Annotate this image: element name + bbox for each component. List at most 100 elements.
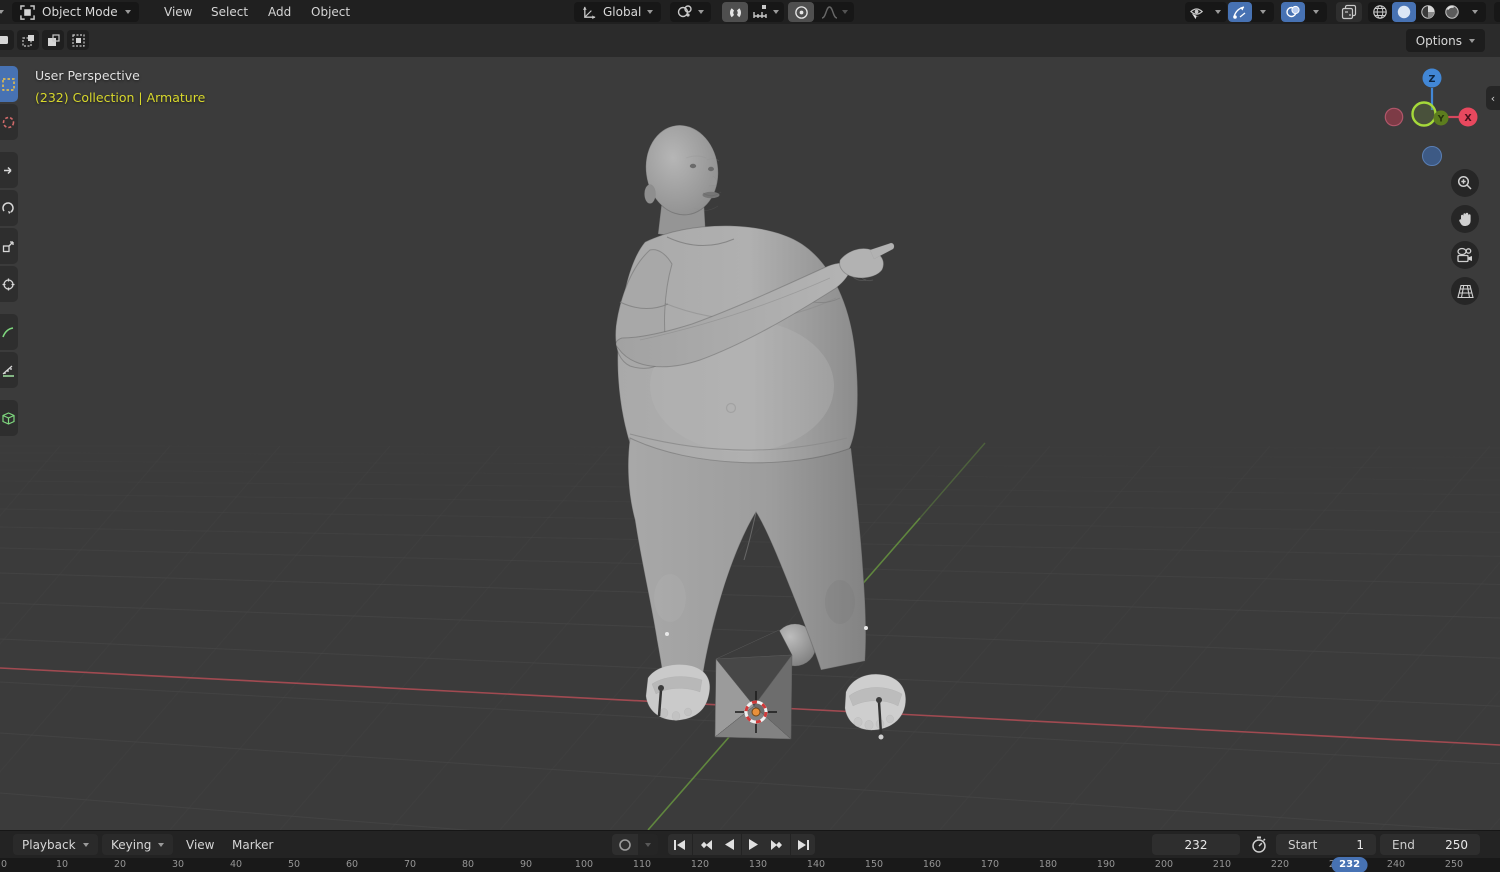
ruler-frame-label: 90 <box>519 859 533 870</box>
frame-end-field[interactable]: End 250 <box>1380 834 1480 855</box>
pivot-point-icon <box>677 5 692 18</box>
viewport-scene <box>0 124 1500 830</box>
pivot-point-dropdown[interactable] <box>670 2 711 22</box>
snap-with-dropdown[interactable] <box>748 2 784 22</box>
viewport-camera-button[interactable] <box>1451 241 1479 269</box>
snap-group <box>722 2 784 22</box>
mode-dropdown[interactable]: Object Mode <box>12 2 139 22</box>
ruler-frame-label: 120 <box>690 859 710 870</box>
menu-object[interactable]: Object <box>305 0 356 24</box>
transform-orientation-dropdown[interactable]: Global <box>574 2 662 22</box>
gizmo-axis-neg-z[interactable] <box>1422 146 1442 166</box>
sidebar-toggle[interactable]: ‹ <box>1486 86 1500 110</box>
viewport-zoom-button[interactable] <box>1451 169 1479 197</box>
playhead[interactable]: 232 <box>1331 856 1369 872</box>
timeline-menu-marker[interactable]: Marker <box>232 834 273 855</box>
shading-wireframe-button[interactable] <box>1368 2 1392 22</box>
select-mode-subtract-button[interactable] <box>42 30 64 50</box>
menu-select[interactable]: Select <box>205 0 254 24</box>
wireframe-sphere-icon <box>1373 5 1387 19</box>
tool-cursor[interactable] <box>0 104 18 140</box>
proportional-falloff-dropdown[interactable] <box>814 2 854 22</box>
tool-add-primitive[interactable] <box>0 400 18 436</box>
jump-to-prev-keyframe-button[interactable] <box>693 834 717 855</box>
proportional-circle-icon <box>794 5 808 19</box>
select-mode-extend-button[interactable] <box>17 30 39 50</box>
viewport-ortho-toggle-button[interactable] <box>1451 277 1479 305</box>
tool-measure[interactable] <box>0 352 18 388</box>
ruler-frame-label: 50 <box>287 859 301 870</box>
grid-perspective-icon <box>1456 284 1474 298</box>
jump-to-end-button[interactable] <box>791 834 815 855</box>
select-mode-invert-button[interactable] <box>67 30 89 50</box>
show-overlays-toggle[interactable] <box>1281 2 1305 22</box>
menu-add[interactable]: Add <box>262 0 297 24</box>
tool-transform[interactable] <box>0 266 18 302</box>
ruler-frame-label: 130 <box>748 859 768 870</box>
shading-chevron[interactable] <box>1464 2 1486 22</box>
orientation-axes-icon <box>582 6 596 19</box>
tool-annotate[interactable] <box>0 314 18 350</box>
xray-toggle[interactable] <box>1336 2 1362 22</box>
object-mode-icon <box>20 4 35 20</box>
gizmo-axis-neg-x[interactable] <box>1384 107 1404 127</box>
right-sandal <box>844 673 906 731</box>
ruler-frame-label: 250 <box>1444 859 1464 870</box>
show-object-types-dropdown[interactable] <box>1185 2 1209 22</box>
active-object-label: (232) Collection | Armature <box>35 90 206 105</box>
shading-solid-button[interactable] <box>1392 2 1416 22</box>
header-edge-sliver <box>1494 2 1500 22</box>
xray-icon <box>1341 4 1357 20</box>
options-dropdown[interactable]: Options <box>1405 29 1485 52</box>
ruler-frame-label: 100 <box>574 859 594 870</box>
gizmo-chevron[interactable] <box>1252 2 1274 22</box>
gizmo-icon <box>1233 6 1246 19</box>
use-preview-range-toggle[interactable] <box>1246 834 1272 855</box>
visibility-chevron[interactable] <box>1209 2 1227 22</box>
jump-to-start-button[interactable] <box>668 834 692 855</box>
keying-menu[interactable]: Keying <box>102 834 174 855</box>
gizmo-group <box>1228 2 1274 22</box>
orientation-label: Global <box>603 5 642 19</box>
auto-keying-toggle[interactable] <box>612 834 638 855</box>
tool-select-box[interactable] <box>0 66 18 102</box>
material-sphere-icon <box>1421 5 1435 19</box>
end-value: 250 <box>1445 837 1468 852</box>
play-button[interactable] <box>742 834 766 855</box>
start-value: 1 <box>1356 837 1364 852</box>
viewport-pan-button[interactable] <box>1451 205 1479 233</box>
current-frame-field[interactable]: 232 <box>1152 834 1240 855</box>
timeline-ruler[interactable]: 0 10 20 30 40 50 60 70 80 90 100 110 120 130 140 150 160… <box>0 858 1500 872</box>
overlays-chevron[interactable] <box>1305 2 1327 22</box>
tool-move[interactable] <box>0 152 18 188</box>
menu-view[interactable]: View <box>158 0 198 24</box>
ruler-frame-label: 80 <box>461 859 475 870</box>
ruler-frame-label: 10 <box>55 859 69 870</box>
ruler-frame-label: 150 <box>864 859 884 870</box>
gizmo-axis-pos-y-ring[interactable] <box>1411 101 1437 127</box>
tool-settings-bar <box>0 24 1500 57</box>
ruler-frame-label: 200 <box>1154 859 1174 870</box>
mode-dropdown-label: Object Mode <box>42 5 118 19</box>
tool-scale[interactable] <box>0 228 18 264</box>
view-perspective-label: User Perspective <box>35 68 140 83</box>
autokey-chevron[interactable] <box>638 834 658 855</box>
jump-to-next-keyframe-button[interactable] <box>766 834 790 855</box>
editor-type-chevron[interactable] <box>0 0 10 24</box>
frame-start-field[interactable]: Start 1 <box>1276 834 1376 855</box>
playback-menu[interactable]: Playback <box>13 834 98 855</box>
timeline-menu-view[interactable]: View <box>186 834 214 855</box>
select-mode-set-button[interactable] <box>0 30 14 50</box>
snap-toggle[interactable] <box>722 2 748 22</box>
shading-material-button[interactable] <box>1416 2 1440 22</box>
show-gizmo-toggle[interactable] <box>1228 2 1252 22</box>
play-reverse-button[interactable] <box>717 834 741 855</box>
keying-label: Keying <box>111 837 152 852</box>
navigation-gizmo[interactable]: Y X Z <box>1380 60 1500 180</box>
shading-rendered-button[interactable] <box>1440 2 1464 22</box>
tool-rotate[interactable] <box>0 190 18 226</box>
proportional-edit-toggle[interactable] <box>788 2 814 22</box>
playback-label: Playback <box>22 837 76 852</box>
stopwatch-icon <box>1252 836 1266 853</box>
3d-viewport[interactable] <box>0 57 1500 830</box>
